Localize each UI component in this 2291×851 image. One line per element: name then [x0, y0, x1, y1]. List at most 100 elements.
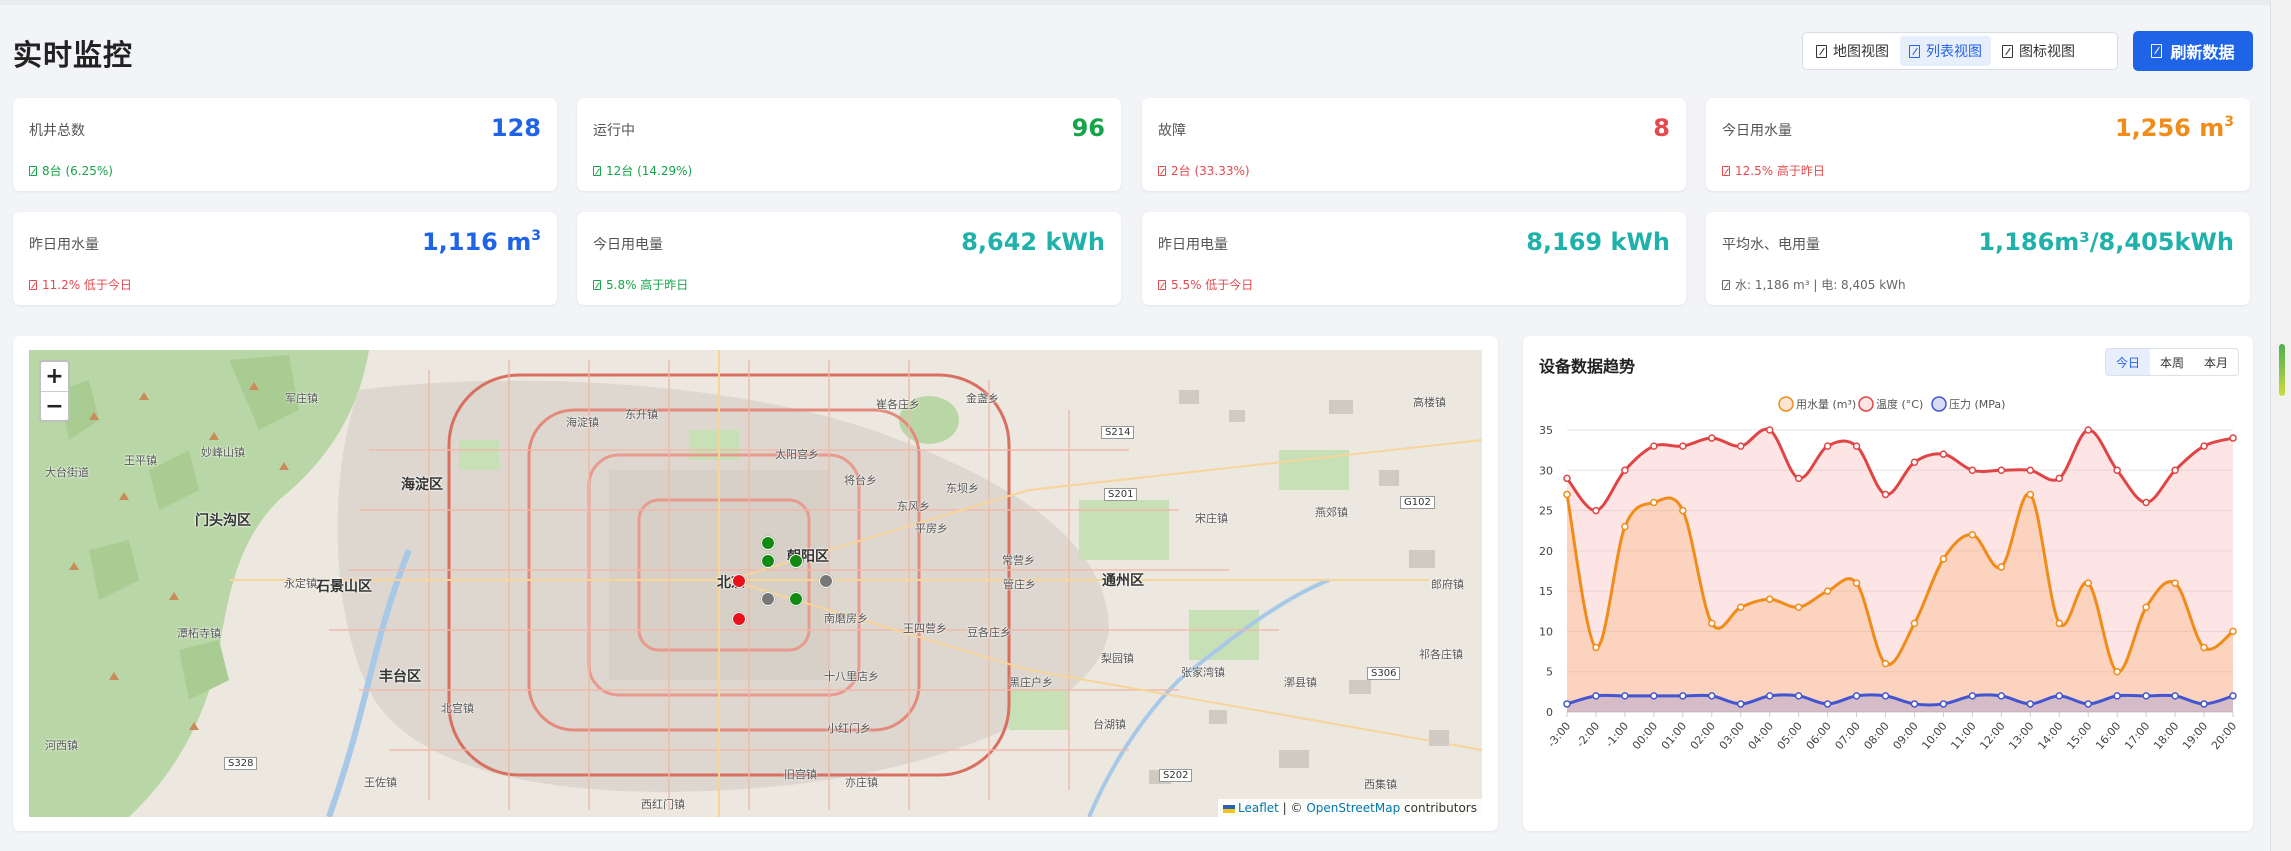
refresh-button[interactable]: 刷新数据	[2133, 31, 2253, 71]
data-point	[1997, 692, 2006, 700]
icon-view-label: 图标视图	[2019, 44, 2075, 60]
y-tick-label: 30	[1539, 464, 1553, 477]
map-view-button[interactable]: 地图视图	[1807, 36, 1898, 66]
stat-change: 水: 1,186 m³ | 电: 8,405 kWh	[1722, 276, 1906, 293]
road-shield: S328	[224, 757, 258, 770]
data-point	[1592, 692, 1600, 700]
range-today-button[interactable]: 今日	[2106, 349, 2150, 375]
stat-change: 12.5% 高于昨日	[1722, 162, 1825, 179]
legend-label: 温度 (°C)	[1876, 397, 1923, 411]
leaflet-link[interactable]: Leaflet	[1238, 801, 1279, 815]
well-marker-running[interactable]	[789, 554, 803, 568]
stat-label: 昨日用电量	[1158, 237, 1228, 253]
zoom-control: + −	[39, 360, 70, 422]
y-tick-label: 0	[1546, 706, 1553, 719]
stat-label: 今日用电量	[593, 237, 663, 253]
list-view-button[interactable]: 列表视图	[1900, 36, 1991, 66]
stat-card-yesterday-water: 昨日用水量 1,116 m3 11.2% 低于今日	[13, 212, 557, 305]
well-marker-offline[interactable]	[819, 574, 833, 588]
zoom-out-button[interactable]: −	[41, 391, 68, 420]
well-marker-fault[interactable]	[732, 612, 746, 626]
stat-value: 8	[1653, 114, 1670, 142]
x-tick-label: 03:00	[1717, 720, 1747, 753]
map-label: 南磨房乡	[824, 612, 868, 625]
stat-label: 故障	[1158, 123, 1186, 139]
x-tick-label: 15:00	[2064, 720, 2094, 753]
map-label: 郎府镇	[1431, 578, 1464, 591]
map-label: 妙峰山镇	[201, 446, 245, 459]
map-label: 东升镇	[625, 408, 658, 421]
stat-value: 8,169 kWh	[1526, 228, 1670, 256]
well-marker-running[interactable]	[789, 592, 803, 606]
map-label: 东坝乡	[946, 482, 979, 495]
data-point	[1968, 466, 1977, 475]
road-shield: G102	[1400, 496, 1435, 509]
stat-change: 5.8% 高于昨日	[593, 276, 688, 293]
map-tiles	[29, 350, 1482, 817]
map-label: 东风乡	[897, 500, 930, 513]
road-shield: S202	[1159, 769, 1193, 782]
data-point	[1708, 692, 1716, 700]
stat-label: 平均水、电用量	[1722, 237, 1820, 253]
range-week-button[interactable]: 本周	[2150, 349, 2194, 375]
data-point	[1679, 506, 1687, 515]
broken-image-icon	[29, 165, 37, 176]
data-point	[2229, 434, 2237, 442]
legend-swatch	[1858, 396, 1874, 412]
data-point	[1939, 700, 1948, 708]
stat-change: 11.2% 低于今日	[29, 276, 132, 293]
data-point	[2084, 426, 2092, 434]
map-label: 高楼镇	[1413, 396, 1446, 409]
well-marker-running[interactable]	[761, 536, 775, 550]
broken-image-icon	[2002, 44, 2013, 58]
x-tick-label: -3:00	[1545, 720, 1573, 750]
data-point	[2084, 700, 2092, 708]
data-point	[1823, 442, 1832, 450]
range-month-button[interactable]: 本月	[2194, 349, 2238, 375]
broken-image-icon	[1722, 165, 1730, 176]
data-point	[1765, 426, 1774, 434]
data-point	[2055, 692, 2064, 700]
data-point	[1794, 474, 1803, 483]
map-label: 燕郊镇	[1315, 506, 1348, 519]
x-tick-label: 19:00	[2180, 720, 2210, 753]
data-point	[1794, 692, 1803, 700]
x-tick-label: 14:00	[2035, 720, 2065, 753]
map-label: 永定镇	[284, 577, 317, 590]
broken-image-icon	[2151, 44, 2163, 58]
x-tick-label: 04:00	[1746, 720, 1776, 753]
x-tick-label: 17:00	[2122, 720, 2152, 753]
map-label: 漷县镇	[1284, 676, 1317, 689]
x-tick-label: 07:00	[1833, 720, 1863, 753]
map-label: 祁各庄镇	[1419, 648, 1463, 661]
well-marker-fault[interactable]	[732, 574, 746, 588]
data-point	[1736, 442, 1745, 450]
attribution-contributors: contributors	[1400, 801, 1477, 815]
page-scrollbar[interactable]	[2270, 0, 2291, 851]
data-point	[1679, 442, 1687, 450]
data-point	[1881, 490, 1890, 499]
zoom-in-button[interactable]: +	[41, 362, 68, 391]
x-tick-label: 16:00	[2093, 720, 2123, 753]
icon-view-button[interactable]: 图标视图	[1993, 36, 2084, 66]
top-strip	[0, 0, 2270, 5]
broken-image-icon	[1722, 279, 1730, 290]
data-point	[1997, 466, 2006, 475]
map-canvas[interactable]: + − 海淀区 石景山区 门头沟区 丰台区 朝阳区 通州区 北京 军庄镇 妙峰山…	[29, 350, 1482, 817]
openstreetmap-link[interactable]: OpenStreetMap	[1306, 801, 1400, 815]
map-label: 海淀区	[401, 477, 443, 493]
legend-label: 压力 (MPa)	[1949, 398, 2005, 411]
map-label: 梨园镇	[1101, 652, 1134, 665]
well-marker-running[interactable]	[761, 554, 775, 568]
stat-label: 运行中	[593, 123, 635, 139]
data-point	[1852, 692, 1861, 700]
map-label: 管庄乡	[1003, 578, 1036, 591]
x-tick-label: 09:00	[1890, 720, 1920, 753]
stat-change: 12台 (14.29%)	[593, 162, 692, 179]
data-point	[2055, 619, 2064, 628]
legend-swatch	[1778, 396, 1794, 412]
ukraine-flag-icon	[1223, 804, 1235, 813]
broken-image-icon	[29, 279, 37, 290]
well-marker-offline[interactable]	[761, 592, 775, 606]
scrollbar-thumb[interactable]	[2279, 344, 2285, 396]
